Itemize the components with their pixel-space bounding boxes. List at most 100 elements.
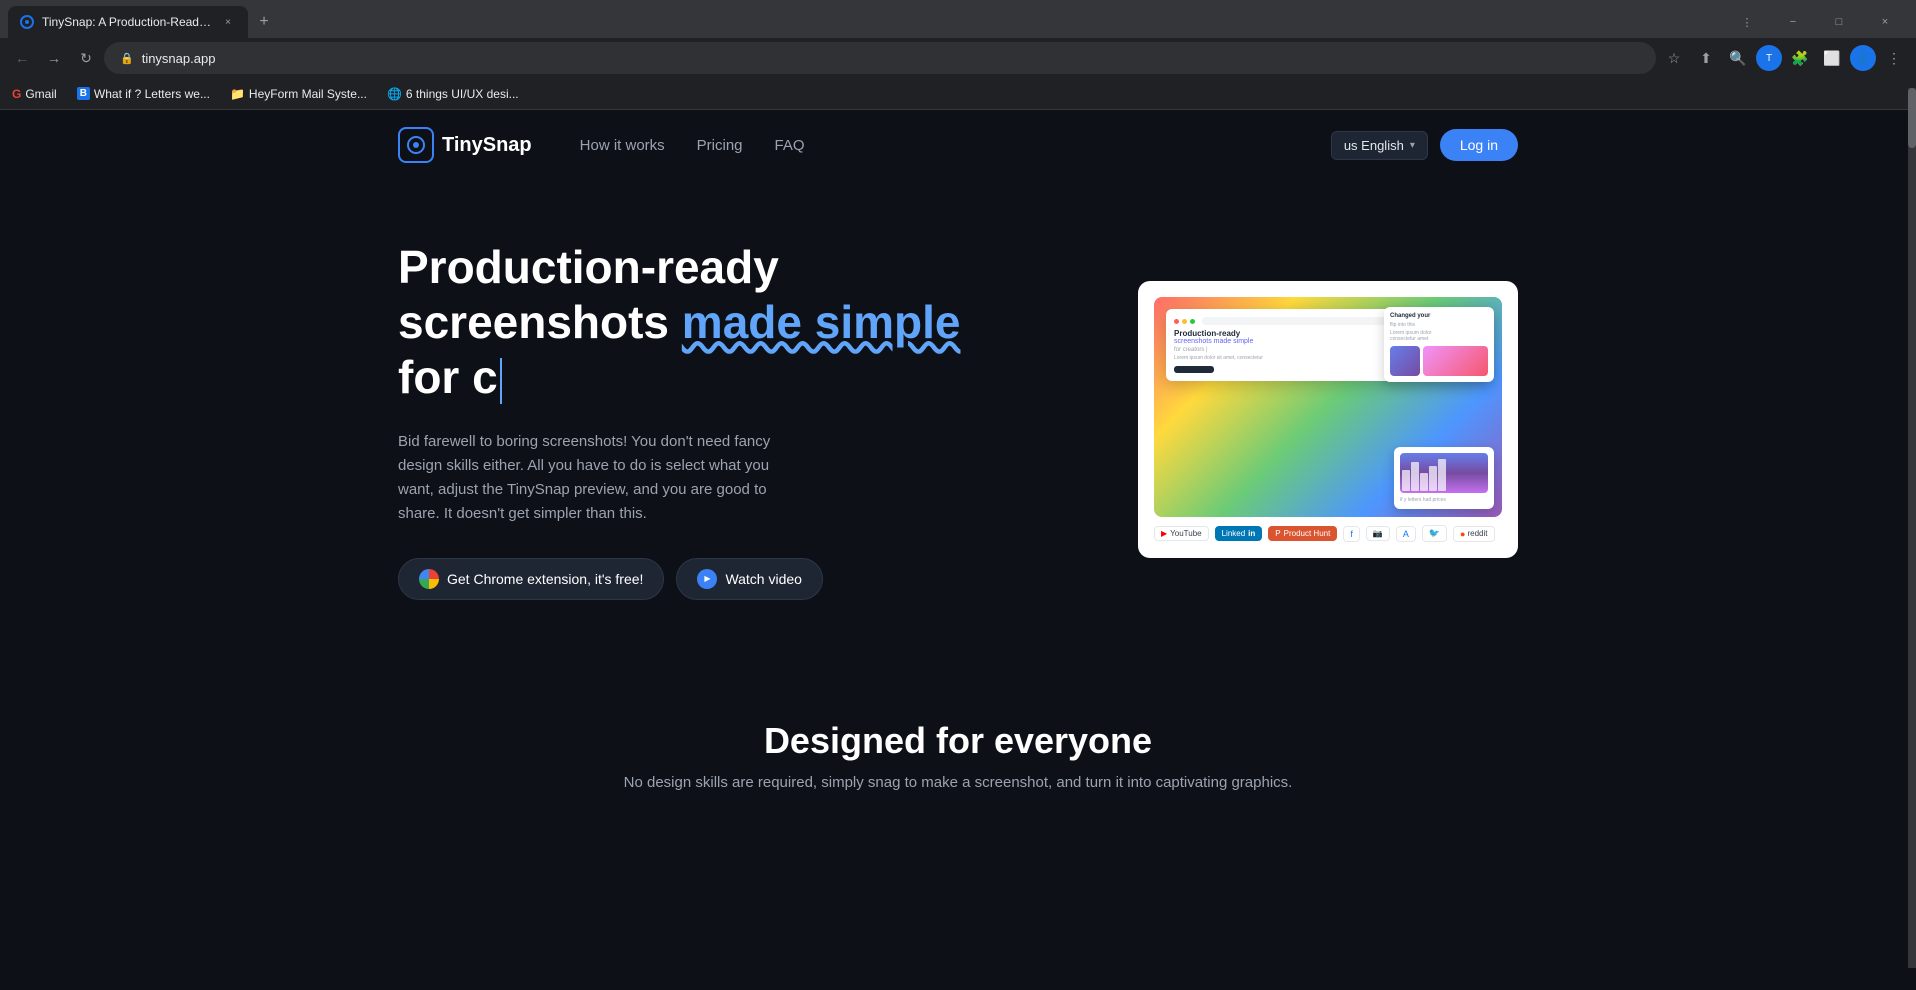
logo-inner-ring [407,136,425,154]
menu-button[interactable]: ⋮ [1880,44,1908,72]
floating-card-2: if y letters had prices [1394,447,1494,509]
logo-text: TinySnap [442,134,532,157]
instagram-badge: 📷 [1366,526,1390,541]
uxdesign-favicon: 🌐 [387,87,402,101]
language-label: us English [1344,138,1404,153]
tab-close-button[interactable]: × [220,14,236,30]
instagram-icon: 📷 [1373,529,1383,538]
language-selector[interactable]: us English ▾ [1331,131,1428,160]
tab-title: TinySnap: A Production-Ready S... [42,15,212,29]
hero-title-line1: Production-ready [398,241,779,293]
bookmark-star-button[interactable]: ☆ [1660,44,1688,72]
window-controls: ⋮ − □ × [1724,6,1908,38]
tab-favicon [20,15,34,29]
watch-video-label: Watch video [725,571,802,587]
back-button[interactable]: ← [8,44,36,72]
logo-icon [398,127,434,163]
navigation-bar: ← → ↻ 🔒 tinysnap.app ☆ ⬆ 🔍 T 🧩 ⬜ 👤 ⋮ [0,38,1916,78]
hero-description: Bid farewell to boring screenshots! You … [398,430,778,526]
floating-card-1: Changed your flip into this Lorem ipsum … [1384,307,1494,382]
linkedin-badge: Linkedin [1215,526,1263,541]
logo[interactable]: TinySnap [398,127,532,163]
scrollbar[interactable] [1908,88,1916,968]
puzzle-icon[interactable]: 🧩 [1786,44,1814,72]
youtube-badge: ▶ YouTube [1154,526,1209,541]
bookmarks-bar: G Gmail B What if ? Letters we... 📁 HeyF… [0,78,1916,110]
bookmark-whatif[interactable]: B What if ? Letters we... [73,85,214,103]
more-button[interactable]: − [1770,6,1816,38]
nav-pricing[interactable]: Pricing [697,137,743,154]
bookmark-heyform-label: HeyForm Mail Syste... [249,87,367,101]
facebook-icon: f [1350,529,1353,539]
bookmark-heyform[interactable]: 📁 HeyForm Mail Syste... [226,85,371,103]
address-bar[interactable]: 🔒 tinysnap.app [104,42,1656,74]
youtube-icon: ▶ [1161,529,1167,538]
site-navigation: TinySnap How it works Pricing FAQ us Eng… [358,110,1558,180]
hero-title-line3: for c [398,351,498,403]
lock-icon: 🔒 [120,52,134,65]
whatif-favicon: B [77,87,90,100]
heyform-favicon: 📁 [230,87,245,101]
producthunt-badge: P Product Hunt [1268,526,1337,541]
minimize-button[interactable]: ⋮ [1724,6,1770,38]
appstore-icon: A [1403,529,1409,539]
chrome-button-label: Get Chrome extension, it's free! [447,571,643,587]
hero-title-line2: screenshots [398,296,682,348]
login-button[interactable]: Log in [1440,129,1518,161]
linkedin-icon: in [1248,529,1255,538]
nav-how-it-works[interactable]: How it works [580,137,665,154]
screen-cast-button[interactable]: ⬜ [1818,44,1846,72]
bookmark-gmail[interactable]: G Gmail [8,85,61,103]
chrome-extension-button[interactable]: Get Chrome extension, it's free! [398,558,664,600]
bottom-description: No design skills are required, simply sn… [398,774,1518,791]
nav-faq[interactable]: FAQ [775,137,805,154]
search-button[interactable]: 🔍 [1724,44,1752,72]
forward-button[interactable]: → [40,44,68,72]
hero-title-highlight: made simple [682,296,961,348]
bookmark-uxdesign-label: 6 things UI/UX desi... [406,87,519,101]
chevron-down-icon: ▾ [1410,140,1415,151]
url-display: tinysnap.app [142,51,1640,66]
bookmark-gmail-label: Gmail [25,87,56,101]
reddit-badge: ● reddit [1453,526,1494,542]
site-nav-links: How it works Pricing FAQ [580,137,1331,154]
twitter-badge: 🐦 [1422,525,1447,542]
ph-label: Product Hunt [1284,529,1331,538]
bookmark-whatif-label: What if ? Letters we... [94,87,210,101]
scrollbar-thumb[interactable] [1908,88,1916,148]
active-tab[interactable]: TinySnap: A Production-Ready S... × [8,6,248,38]
hero-section: Production-ready screenshots made simple… [358,180,1558,660]
close-button[interactable]: × [1862,6,1908,38]
hero-content: Production-ready screenshots made simple… [398,240,1078,600]
gmail-favicon: G [12,87,21,101]
browser-chrome: TinySnap: A Production-Ready S... × + ⋮ … [0,0,1916,110]
reload-button[interactable]: ↻ [72,44,100,72]
nav-actions: ☆ ⬆ 🔍 T 🧩 ⬜ 👤 ⋮ [1660,44,1908,72]
chrome-icon [419,569,439,589]
text-cursor [500,358,502,404]
site-nav-actions: us English ▾ Log in [1331,129,1518,161]
profile-button[interactable]: 👤 [1850,45,1876,71]
play-icon: ▶ [697,569,717,589]
ph-icon: P [1275,529,1280,538]
facebook-badge: f [1343,526,1360,542]
share-button[interactable]: ⬆ [1692,44,1720,72]
website-content: TinySnap How it works Pricing FAQ us Eng… [0,110,1916,990]
new-tab-button[interactable]: + [250,8,278,36]
social-badges-row: ▶ YouTube Linkedin P Product Hunt f 📷 [1154,525,1502,542]
preview-content: Production-ready screenshots made simple… [1154,297,1502,542]
appstore-badge: A [1396,526,1416,542]
extension-icon[interactable]: T [1756,45,1782,71]
youtube-label: YouTube [1170,529,1201,538]
bookmark-uxdesign[interactable]: 🌐 6 things UI/UX desi... [383,85,523,103]
maximize-button[interactable]: □ [1816,6,1862,38]
watch-video-button[interactable]: ▶ Watch video [676,558,823,600]
logo-dot [413,142,419,148]
linkedin-label: Linked [1222,529,1246,538]
tab-bar: TinySnap: A Production-Ready S... × + ⋮ … [0,0,1916,38]
reddit-label: reddit [1467,529,1487,538]
hero-title: Production-ready screenshots made simple… [398,240,1078,406]
bottom-title: Designed for everyone [398,720,1518,762]
twitter-icon: 🐦 [1429,528,1440,539]
hero-buttons: Get Chrome extension, it's free! ▶ Watch… [398,558,1078,600]
